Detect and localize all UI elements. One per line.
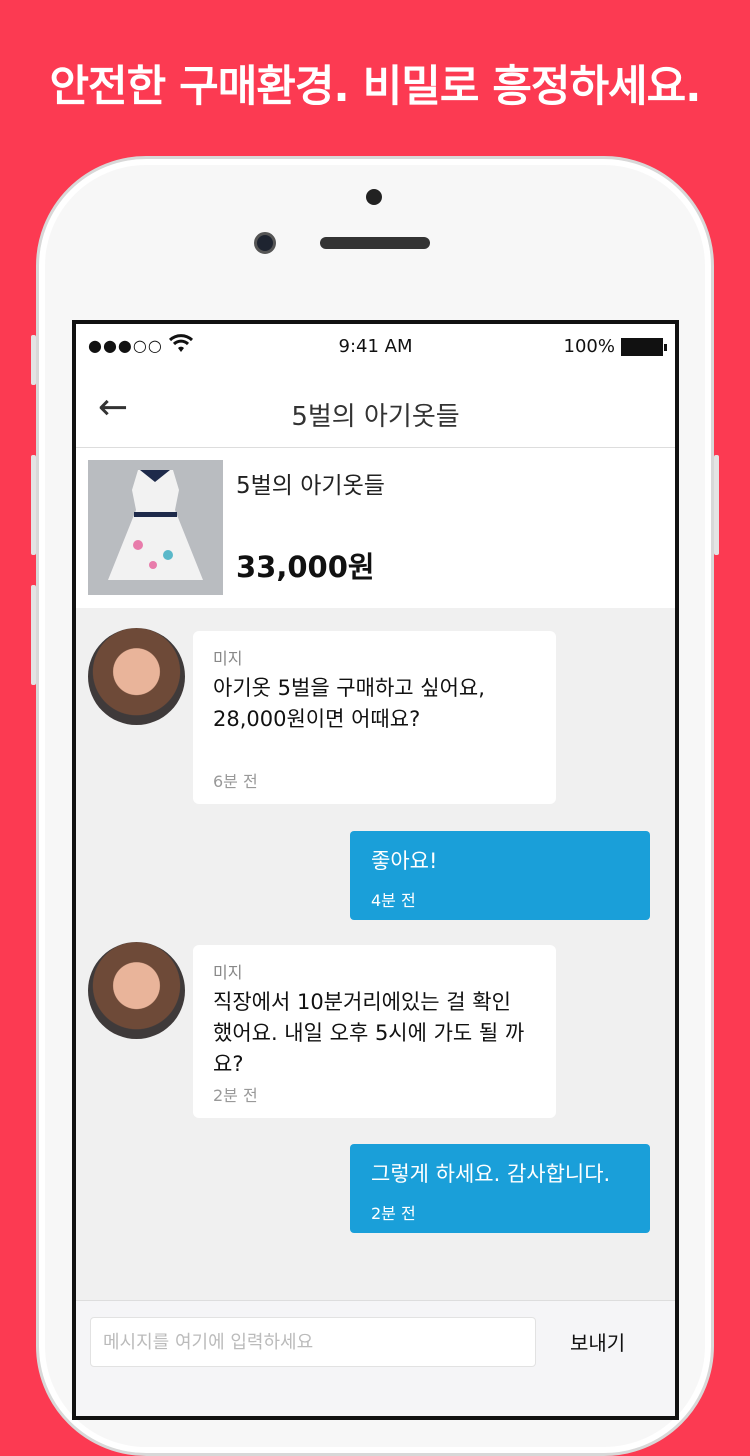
message-time: 4분 전: [371, 891, 416, 910]
avatar: [88, 628, 185, 725]
message-input[interactable]: 메시지를 여기에 입력하세요: [90, 1317, 536, 1367]
mute-switch: [31, 335, 36, 385]
proximity-sensor: [366, 189, 382, 205]
message-time: 2분 전: [213, 1086, 258, 1105]
product-price: 33,000원: [236, 550, 375, 584]
battery-percent: 100%: [563, 336, 615, 357]
status-bar: ●●●○○ 9:41 AM 100%: [76, 324, 675, 370]
nav-bar: ← 5벌의 아기옷들: [76, 370, 675, 448]
message-time: 2분 전: [371, 1204, 416, 1223]
message-sender: 미지: [213, 649, 243, 668]
product-image: [88, 460, 223, 595]
message-sender: 미지: [213, 963, 243, 982]
front-camera: [254, 232, 276, 254]
product-name: 5벌의 아기옷들: [236, 473, 385, 499]
message-outgoing: 그렇게 하세요. 감사합니다. 2분 전: [350, 1144, 650, 1233]
power-button: [714, 455, 719, 555]
screen: ●●●○○ 9:41 AM 100% ← 5벌의 아기옷들 5벌의 아기옷들 3…: [72, 320, 679, 1420]
message-incoming: 미지 직장에서 10분거리에있는 걸 확인 했어요. 내일 오후 5시에 가도 …: [193, 945, 556, 1118]
send-button[interactable]: 보내기: [570, 1327, 625, 1356]
product-card[interactable]: 5벌의 아기옷들 33,000원: [76, 448, 675, 608]
message-text: 그렇게 하세요. 감사합니다.: [371, 1162, 611, 1186]
message-time: 6분 전: [213, 772, 258, 791]
page-title: 5벌의 아기옷들: [291, 402, 460, 432]
earpiece-speaker: [320, 237, 430, 249]
volume-up-button: [31, 455, 36, 555]
message-text: 좋아요!: [371, 849, 438, 873]
volume-down-button: [31, 585, 36, 685]
message-outgoing: 좋아요! 4분 전: [350, 831, 650, 920]
headline: 안전한 구매환경. 비밀로 흥정하세요.: [49, 62, 702, 112]
message-composer: 메시지를 여기에 입력하세요 보내기: [76, 1300, 675, 1416]
avatar: [88, 942, 185, 1039]
message-incoming: 미지 아기옷 5벌을 구매하고 싶어요, 28,000원이면 어때요? 6분 전: [193, 631, 556, 804]
message-text: 직장에서 10분거리에있는 걸 확인 했어요. 내일 오후 5시에 가도 될 까…: [213, 990, 525, 1076]
battery-icon: [621, 337, 667, 356]
message-text: 아기옷 5벌을 구매하고 싶어요, 28,000원이면 어때요?: [213, 676, 485, 731]
